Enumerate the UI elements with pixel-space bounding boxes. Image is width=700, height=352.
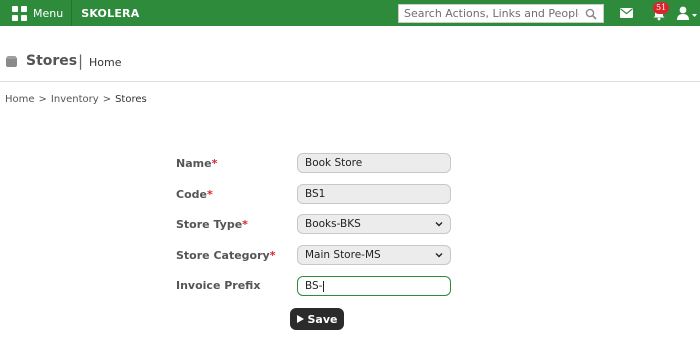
- breadcrumb-current: Stores: [115, 94, 147, 105]
- required-marker: *: [206, 188, 213, 201]
- store-category-value: Main Store-MS: [305, 249, 381, 261]
- store-category-label-text: Store Category: [176, 249, 270, 262]
- store-type-select[interactable]: Books-BKS: [297, 214, 451, 234]
- name-value: Book Store: [305, 157, 363, 169]
- name-label: Name*: [176, 157, 217, 170]
- search-box[interactable]: [398, 4, 604, 23]
- invoice-prefix-field[interactable]: BS-: [297, 276, 451, 296]
- store-type-label: Store Type*: [176, 218, 248, 231]
- store-category-select[interactable]: Main Store-MS: [297, 245, 451, 265]
- search-input[interactable]: [399, 7, 579, 20]
- store-category-label: Store Category*: [176, 249, 275, 262]
- required-marker: *: [211, 157, 218, 170]
- grid-menu-icon: [12, 5, 27, 21]
- menu-button[interactable]: Menu: [0, 0, 73, 26]
- invoice-prefix-label-text: Invoice Prefix: [176, 279, 261, 292]
- notification-badge[interactable]: 51: [653, 2, 670, 14]
- play-icon: [296, 315, 304, 323]
- required-marker: *: [269, 249, 276, 262]
- page-subtitle: Home: [89, 56, 122, 69]
- invoice-prefix-value: BS-: [305, 280, 323, 292]
- name-label-text: Name: [176, 157, 212, 170]
- breadcrumb: Home > Inventory > Stores: [5, 94, 147, 105]
- breadcrumb-separator: >: [102, 94, 112, 105]
- required-marker: *: [242, 218, 248, 231]
- breadcrumb-home[interactable]: Home: [5, 94, 35, 105]
- invoice-prefix-label: Invoice Prefix: [176, 279, 260, 292]
- store-type-label-text: Store Type: [176, 218, 243, 231]
- header-divider: [0, 81, 700, 82]
- page-title: Stores: [26, 53, 78, 69]
- title-separator: |: [78, 52, 84, 70]
- breadcrumb-inventory[interactable]: Inventory: [51, 94, 99, 105]
- store-icon: [6, 56, 17, 67]
- save-button[interactable]: Save: [290, 308, 344, 330]
- chevron-down-icon: [435, 253, 443, 258]
- search-icon[interactable]: [585, 8, 597, 20]
- code-value: BS1: [305, 188, 326, 200]
- brand-logo[interactable]: SKOLERA: [81, 7, 139, 20]
- text-cursor: [323, 280, 325, 292]
- mail-icon[interactable]: [620, 8, 633, 18]
- code-label-text: Code: [176, 188, 207, 201]
- save-button-label: Save: [307, 312, 338, 326]
- code-field[interactable]: BS1: [297, 184, 451, 204]
- breadcrumb-separator: >: [38, 94, 47, 105]
- user-icon[interactable]: [676, 5, 698, 21]
- name-field[interactable]: Book Store: [297, 153, 451, 173]
- chevron-down-icon: [435, 222, 443, 227]
- code-label: Code*: [176, 188, 213, 201]
- store-type-value: Books-BKS: [305, 218, 361, 230]
- menu-label: Menu: [33, 6, 64, 20]
